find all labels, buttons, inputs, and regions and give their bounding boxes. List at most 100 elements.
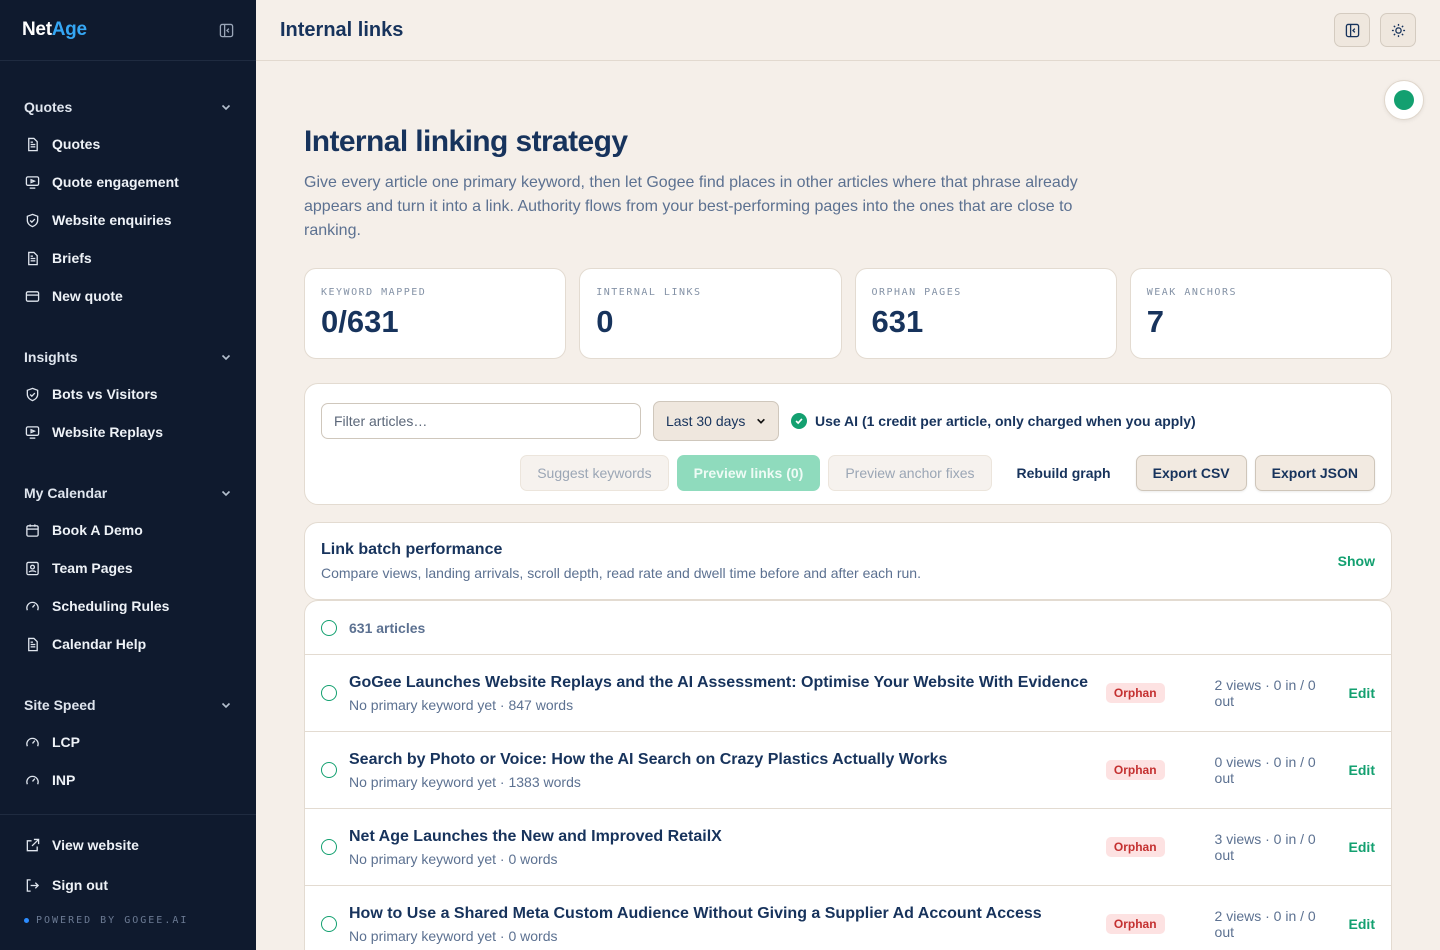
sidebar-item-label: Quote engagement: [52, 174, 179, 190]
status-indicator-button[interactable]: [1384, 80, 1424, 120]
calendar-icon: [24, 522, 40, 538]
nav-section-title: Insights: [24, 349, 78, 365]
stat-card-weak-anchors: WEAK ANCHORS 7: [1129, 268, 1392, 359]
article-meta: No primary keyword yet · 847 words: [349, 696, 574, 713]
sidebar-item-website-enquiries[interactable]: Website enquiries: [0, 201, 256, 239]
brand-logo-net: Net: [22, 19, 52, 40]
stat-label: WEAK ANCHORS: [1146, 287, 1237, 298]
row-select-radio[interactable]: [321, 685, 337, 701]
sidebar-item-label: LCP: [52, 734, 80, 750]
topbar-actions: [1334, 13, 1416, 47]
article-title[interactable]: How to Use a Shared Meta Custom Audience…: [349, 905, 1106, 923]
sign-out-button[interactable]: Sign out: [0, 865, 256, 905]
nav-section-insights: Insights Bots vs Visitors Website Replay…: [0, 339, 256, 451]
powered-dot: [24, 918, 29, 923]
check-icon: [791, 413, 807, 429]
badge-icon: [24, 560, 40, 576]
date-range-select[interactable]: Last 30 days: [653, 401, 779, 441]
shield-icon: [24, 212, 40, 228]
use-ai-checkbox[interactable]: Use AI (1 credit per article, only charg…: [791, 413, 1196, 429]
shield-icon: [24, 386, 40, 402]
edit-link[interactable]: Edit: [1349, 762, 1375, 778]
sidebar-item-label: Quotes: [52, 136, 101, 152]
sidebar-nav: Quotes Quotes Quote engagement Website e…: [0, 61, 256, 814]
article-meta: No primary keyword yet · 1383 words: [349, 773, 581, 790]
sidebar-item-lcp[interactable]: LCP: [0, 723, 256, 761]
sidebar-collapse-icon[interactable]: [218, 22, 234, 38]
preview-links-button[interactable]: Preview links (0): [676, 455, 821, 491]
export-csv-button[interactable]: Export CSV: [1135, 455, 1247, 491]
nav-section-toggle-site-speed[interactable]: Site Speed: [0, 687, 256, 723]
sidebar-item-bots-vs-visitors[interactable]: Bots vs Visitors: [0, 375, 256, 413]
export-json-button[interactable]: Export JSON: [1254, 455, 1375, 491]
sidebar-item-website-replays[interactable]: Website Replays: [0, 413, 256, 451]
card-icon: [24, 288, 40, 304]
perf-subtitle: Compare views, landing arrivals, scroll …: [321, 565, 921, 581]
sidebar-item-team-pages[interactable]: Team Pages: [0, 549, 256, 587]
row-select-radio[interactable]: [321, 762, 337, 778]
stat-card-internal-links: INTERNAL LINKS 0: [579, 268, 842, 359]
sidebar-item-new-quote[interactable]: New quote: [0, 277, 256, 315]
sidebar-item-calendar-help[interactable]: Calendar Help: [0, 625, 256, 663]
edit-link[interactable]: Edit: [1349, 839, 1375, 855]
toggle-sidebar-button[interactable]: [1334, 13, 1370, 47]
sidebar-item-book-a-demo[interactable]: Book A Demo: [0, 511, 256, 549]
powered-by: POWERED BY GOGEE.AI: [0, 915, 256, 926]
view-website-link[interactable]: View website: [0, 825, 256, 865]
sidebar-item-label: Calendar Help: [52, 636, 147, 652]
perf-show-button[interactable]: Show: [1338, 553, 1375, 569]
article-title[interactable]: Search by Photo or Voice: How the AI Sea…: [349, 751, 1106, 769]
nav-section-toggle-my-calendar[interactable]: My Calendar: [0, 475, 256, 511]
table-row: How to Use a Shared Meta Custom Audience…: [305, 886, 1391, 950]
sidebar-item-label: Briefs: [52, 250, 92, 266]
gauge-icon: [24, 734, 40, 750]
filter-articles-input[interactable]: [321, 403, 641, 439]
monitor-icon: [24, 424, 40, 440]
brand-logo[interactable]: NetAge: [22, 19, 87, 41]
sidebar-item-label: Bots vs Visitors: [52, 386, 158, 402]
sidebar-item-label: Team Pages: [52, 560, 133, 576]
topbar-title: Internal links: [280, 18, 404, 41]
edit-link[interactable]: Edit: [1349, 685, 1375, 701]
nav-section-toggle-quotes[interactable]: Quotes: [0, 89, 256, 125]
theme-toggle-button[interactable]: [1380, 13, 1416, 47]
select-all-radio[interactable]: [321, 619, 337, 636]
main-content: Internal linking strategy Give every art…: [304, 125, 1392, 950]
article-list-header: 631 articles: [305, 601, 1391, 655]
stat-value: 631: [871, 304, 924, 339]
table-row: Search by Photo or Voice: How the AI Sea…: [305, 732, 1391, 809]
status-badge: Orphan: [1105, 837, 1165, 857]
rebuild-graph-button[interactable]: Rebuild graph: [1000, 455, 1128, 491]
sidebar-item-inp[interactable]: INP: [0, 761, 256, 799]
stat-value: 0/631: [321, 304, 399, 339]
row-select-radio[interactable]: [321, 839, 337, 855]
sidebar-item-label: Scheduling Rules: [52, 598, 170, 614]
nav-section-title: Quotes: [24, 99, 73, 115]
nav-section-toggle-insights[interactable]: Insights: [0, 339, 256, 375]
gauge-icon: [24, 772, 40, 788]
sidebar-item-scheduling-rules[interactable]: Scheduling Rules: [0, 587, 256, 625]
sign-out-label: Sign out: [52, 877, 108, 893]
sidebar-item-quote-engagement[interactable]: Quote engagement: [0, 163, 256, 201]
powered-by-label: POWERED BY GOGEE.AI: [36, 915, 189, 926]
suggest-keywords-button[interactable]: Suggest keywords: [520, 455, 669, 491]
chevron-down-icon: [221, 354, 231, 361]
gauge-icon: [24, 598, 40, 614]
article-meta: No primary keyword yet · 0 words: [349, 850, 558, 867]
sidebar-item-quotes[interactable]: Quotes: [0, 125, 256, 163]
stats-row: KEYWORD MAPPED 0/631 INTERNAL LINKS 0 OR…: [304, 268, 1392, 359]
sidebar-item-briefs[interactable]: Briefs: [0, 239, 256, 277]
article-title[interactable]: GoGee Launches Website Replays and the A…: [349, 674, 1106, 692]
sign-out-icon: [24, 877, 40, 893]
stat-value: 0: [596, 304, 614, 339]
document-icon: [24, 250, 40, 266]
article-stats: 2 views · 0 in / 0 out: [1214, 677, 1316, 709]
preview-anchor-fixes-button[interactable]: Preview anchor fixes: [828, 455, 992, 491]
nav-section-site-speed: Site Speed LCP INP: [0, 687, 256, 799]
row-select-radio[interactable]: [321, 916, 337, 932]
stat-card-orphan-pages: ORPHAN PAGES 631: [854, 268, 1117, 359]
view-website-label: View website: [52, 837, 139, 853]
article-title[interactable]: Net Age Launches the New and Improved Re…: [349, 828, 1106, 846]
edit-link[interactable]: Edit: [1349, 916, 1375, 932]
article-list: 631 articles GoGee Launches Website Repl…: [304, 600, 1392, 950]
